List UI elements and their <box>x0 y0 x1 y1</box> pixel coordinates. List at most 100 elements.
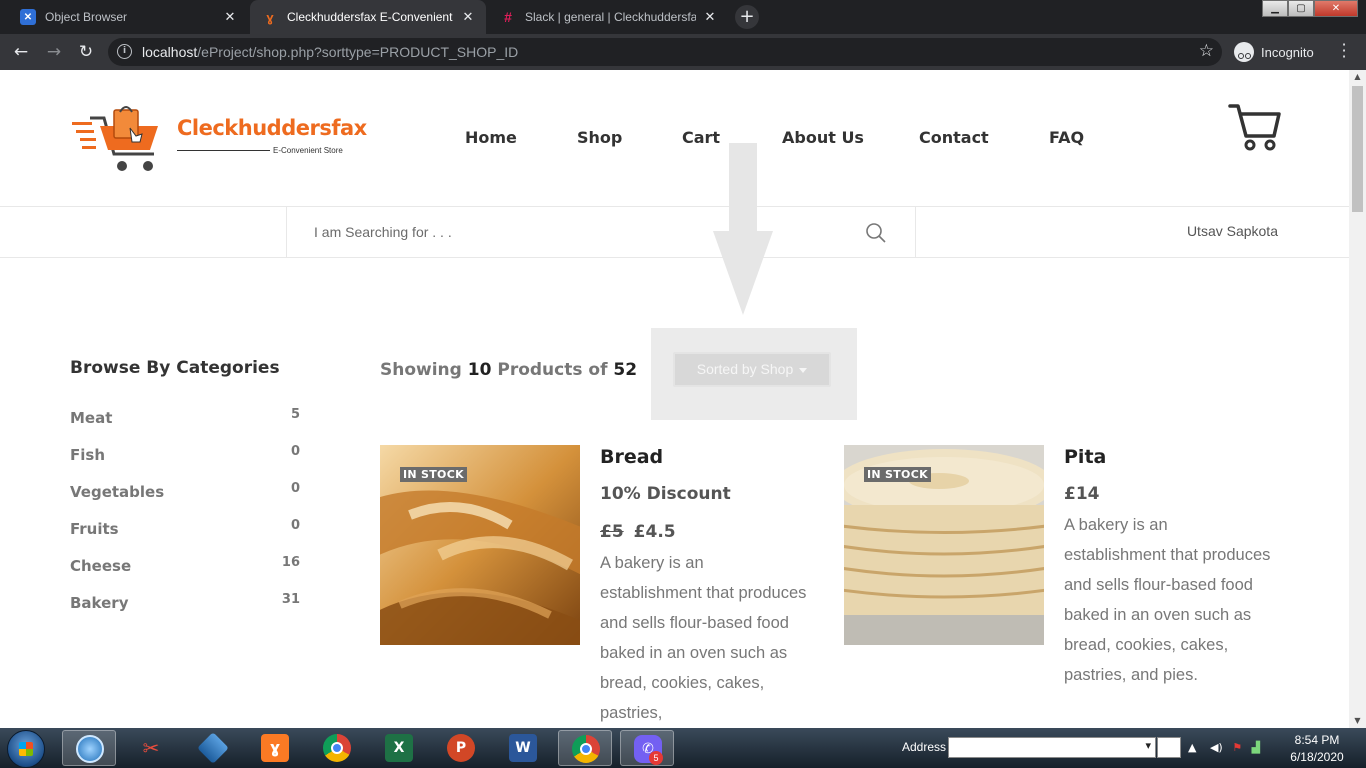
browser-menu-icon[interactable]: · · · <box>1340 37 1348 65</box>
incognito-icon <box>1234 42 1254 62</box>
nav-shop[interactable]: Shop <box>577 128 622 147</box>
address-toolbar-input[interactable] <box>948 737 1156 758</box>
taskbar-item-word[interactable]: W <box>496 730 550 766</box>
xampp-icon: ɣ <box>261 734 289 762</box>
volume-icon[interactable]: ◀) <box>1210 741 1223 754</box>
address-bar[interactable]: i localhost/eProject/shop.php?sorttype=P… <box>108 38 1222 66</box>
browser-tab-strip: ✕ Object Browser ✕ ɣ Cleckhuddersfax E-C… <box>0 0 1366 34</box>
taskbar-item-viber[interactable]: ✆ 5 <box>620 730 674 766</box>
taskbar-item-chrome-active[interactable] <box>558 730 612 766</box>
start-button[interactable] <box>7 730 45 768</box>
taskbar-item-virtualbox[interactable] <box>186 730 240 766</box>
maximize-button[interactable]: ▢ <box>1288 0 1314 17</box>
forward-arrow-icon[interactable]: → <box>42 40 66 64</box>
taskbar-item-xampp[interactable]: ɣ <box>248 730 302 766</box>
page-scrollbar[interactable]: ▲ ▼ <box>1349 70 1366 728</box>
search-box <box>286 207 916 257</box>
incognito-indicator[interactable]: Incognito <box>1234 42 1314 62</box>
scroll-up-icon[interactable]: ▲ <box>1349 70 1366 84</box>
brand-tagline: E-Convenient Store <box>273 146 343 155</box>
product-image-bread[interactable]: IN STOCK <box>380 445 580 645</box>
close-tab-icon[interactable]: ✕ <box>460 9 476 25</box>
nav-faq[interactable]: FAQ <box>1049 128 1084 147</box>
tab-cleckhuddersfax-store[interactable]: ɣ Cleckhuddersfax E-Convenient Store ✕ <box>250 0 486 34</box>
scroll-down-icon[interactable]: ▼ <box>1349 714 1366 728</box>
taskbar-item-chrome[interactable] <box>310 730 364 766</box>
in-stock-badge: IN STOCK <box>400 467 467 482</box>
scrollbar-thumb[interactable] <box>1352 86 1363 212</box>
excel-icon: X <box>385 734 413 762</box>
category-item-vegetables[interactable]: Vegetables 0 <box>70 481 300 501</box>
tab-object-browser[interactable]: ✕ Object Browser ✕ <box>8 0 248 34</box>
old-price: £5 <box>600 522 624 542</box>
object-browser-icon: ✕ <box>20 9 36 25</box>
explorer-icon <box>76 735 104 763</box>
sort-dropdown[interactable]: Sorted by Shop <box>673 352 831 387</box>
user-name-link[interactable]: Utsav Sapkota <box>1187 223 1278 239</box>
current-price: £4.5 <box>633 522 676 542</box>
close-tab-icon[interactable]: ✕ <box>702 9 718 25</box>
product-name-bread[interactable]: Bread <box>600 446 663 468</box>
in-stock-badge: IN STOCK <box>864 467 931 482</box>
word-icon: W <box>509 734 537 762</box>
product-discount: 10% Discount <box>600 484 731 504</box>
url-text[interactable]: localhost/eProject/shop.php?sorttype=PRO… <box>142 44 518 60</box>
site-info-icon[interactable]: i <box>117 44 132 59</box>
show-hidden-icons-icon[interactable]: ▲ <box>1188 741 1196 754</box>
notification-badge: 5 <box>649 751 663 765</box>
new-tab-button[interactable]: + <box>735 5 759 29</box>
taskbar-item-excel[interactable]: X <box>372 730 426 766</box>
taskbar-item-explorer[interactable] <box>62 730 116 766</box>
address-toolbar-label: Address <box>902 740 947 754</box>
window-close-button[interactable]: ✕ <box>1314 0 1358 17</box>
product-image-pita[interactable]: IN STOCK <box>844 445 1044 645</box>
system-clock[interactable]: 8:54 PM 6/18/2020 <box>1284 732 1350 766</box>
search-input[interactable] <box>314 220 854 244</box>
category-item-bakery[interactable]: Bakery 31 <box>70 592 300 612</box>
nav-home[interactable]: Home <box>465 128 517 147</box>
taskbar-item-powerpoint[interactable]: P <box>434 730 488 766</box>
brand-name: Cleckhuddersfax <box>177 116 367 140</box>
minimize-button[interactable]: ▁ <box>1262 0 1288 17</box>
chrome-icon <box>323 734 351 762</box>
product-price: £14 <box>1064 484 1100 504</box>
product-description: A bakery is an establishment that produc… <box>600 554 807 722</box>
nav-about-us[interactable]: About Us <box>782 128 864 147</box>
scissors-icon: ✂ <box>142 736 160 760</box>
browser-toolbar: ← → ↻ i localhost/eProject/shop.php?sort… <box>0 34 1366 70</box>
shopping-cart-logo-icon <box>72 106 158 171</box>
system-tray: ▲ ◀) ⚑ ▟ <box>1188 741 1260 754</box>
tab-slack-general[interactable]: # Slack | general | Cleckhuddersfax ✕ <box>488 0 728 34</box>
search-row: Utsav Sapkota <box>0 206 1349 258</box>
caret-down-icon <box>799 367 808 373</box>
bookmark-star-icon[interactable]: ☆ <box>1199 41 1214 61</box>
taskbar-item-snipping-tool[interactable]: ✂ <box>124 730 178 766</box>
network-icon[interactable]: ▟ <box>1252 741 1260 754</box>
nav-contact[interactable]: Contact <box>919 128 989 147</box>
category-item-cheese[interactable]: Cheese 16 <box>70 555 300 575</box>
down-arrow-annotation-icon <box>713 143 773 315</box>
category-item-fish[interactable]: Fish 0 <box>70 444 300 464</box>
window-controls: ▁ ▢ ✕ <box>1262 0 1358 18</box>
cart-icon[interactable] <box>1228 102 1282 152</box>
close-tab-icon[interactable]: ✕ <box>222 9 238 25</box>
product-name-pita[interactable]: Pita <box>1064 446 1106 468</box>
product-description: A bakery is an establishment that produc… <box>1064 516 1271 684</box>
back-arrow-icon[interactable]: ← <box>9 40 33 64</box>
store-favicon-icon: ɣ <box>266 9 274 25</box>
store-logo[interactable]: Cleckhuddersfax E-Convenient Store <box>70 104 367 178</box>
category-item-meat[interactable]: Meat 5 <box>70 407 300 427</box>
category-item-fruits[interactable]: Fruits 0 <box>70 518 300 538</box>
page-viewport: Cleckhuddersfax E-Convenient Store Home … <box>0 70 1349 728</box>
reload-icon[interactable]: ↻ <box>74 40 98 64</box>
slack-icon: # <box>504 9 512 25</box>
alert-icon[interactable]: ⚑ <box>1232 741 1242 754</box>
search-icon[interactable] <box>865 222 887 244</box>
powerpoint-icon: P <box>447 734 475 762</box>
address-go-button[interactable] <box>1157 737 1181 758</box>
cube-icon <box>197 732 229 764</box>
categories-heading: Browse By Categories <box>70 358 280 378</box>
results-count: Showing 10 Products of 52 <box>380 360 638 380</box>
current-price: £14 <box>1064 484 1100 504</box>
windows-taskbar: ✂ ɣ X P W ✆ 5 Address ▲ ◀) ⚑ ▟ 8:54 PM 6… <box>0 728 1366 768</box>
